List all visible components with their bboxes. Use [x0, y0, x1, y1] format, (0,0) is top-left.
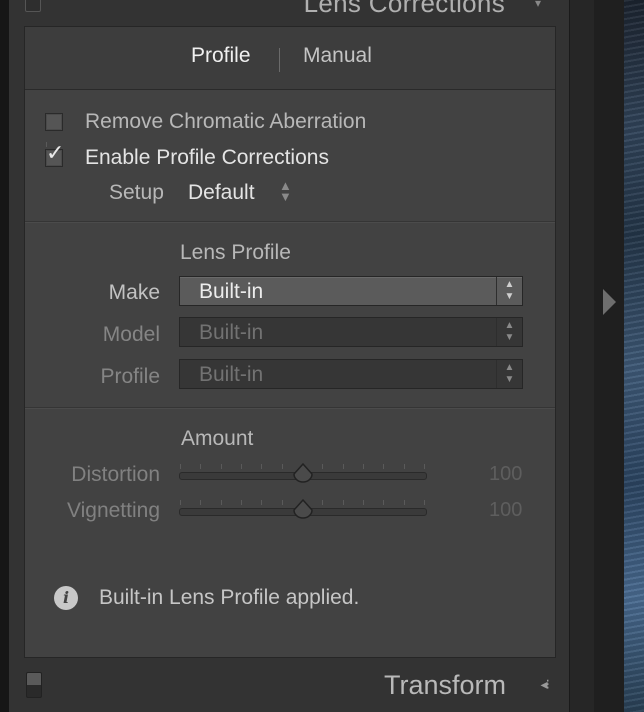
transform-toggle-switch[interactable]	[26, 672, 42, 698]
make-spinner-icon[interactable]: ▲ ▼	[496, 277, 522, 305]
setup-spinner-icon[interactable]: ▲ ▼	[279, 179, 292, 203]
remove-chromatic-aberration-label: Remove Chromatic Aberration	[85, 110, 367, 133]
enable-profile-corrections-label: Enable Profile Corrections	[85, 146, 329, 169]
slider-tick	[343, 500, 344, 505]
transform-panel-header[interactable]: Transform ◂⁝	[9, 658, 569, 712]
transform-panel-menu-icon[interactable]: ◂⁝	[541, 676, 551, 693]
setup-label: Setup	[109, 181, 164, 204]
slider-tick	[221, 500, 222, 505]
enable-profile-corrections-checkbox[interactable]: ✓	[45, 142, 64, 167]
remove-chromatic-aberration-checkbox[interactable]	[45, 113, 63, 131]
make-select[interactable]: Built-in ▲ ▼	[179, 276, 523, 306]
lens-corrections-header[interactable]: Lens Corrections ▾	[9, 0, 569, 22]
info-text: Built-in Lens Profile applied.	[99, 586, 360, 609]
slider-tick	[424, 500, 425, 505]
info-icon: i	[54, 586, 78, 610]
model-select[interactable]: Built-in ▲ ▼	[179, 317, 523, 347]
profile-label: Profile	[100, 365, 160, 388]
slider-tick	[180, 464, 181, 469]
slider-tick	[241, 500, 242, 505]
slider-tick	[383, 500, 384, 505]
transform-panel-title: Transform	[383, 670, 506, 700]
tab-profile[interactable]: Profile	[191, 44, 251, 68]
amount-heading: Amount	[181, 427, 254, 450]
slider-tick	[322, 500, 323, 505]
distortion-value[interactable]: 100	[489, 463, 522, 486]
vignetting-slider-track[interactable]	[179, 499, 427, 519]
lens-corrections-panel: Profile Manual Remove Chromatic Aberrati…	[24, 26, 556, 658]
expand-panel-arrow-icon[interactable]	[603, 289, 616, 315]
lens-profile-heading: Lens Profile	[180, 241, 291, 264]
panel-toggle-switch[interactable]	[25, 0, 41, 12]
section-divider	[25, 407, 555, 408]
photo-preview-edge	[624, 0, 644, 712]
section-divider	[25, 221, 555, 222]
model-spinner-icon[interactable]: ▲ ▼	[496, 318, 522, 346]
tab-manual[interactable]: Manual	[303, 44, 372, 68]
slider-tick	[363, 464, 364, 469]
model-value: Built-in	[199, 321, 264, 344]
slider-tick	[261, 464, 262, 469]
slider-tick	[221, 464, 222, 469]
info-message: i Built-in Lens Profile applied.	[54, 586, 359, 610]
profile-value: Built-in	[199, 363, 264, 386]
slider-tick	[261, 500, 262, 505]
enable-profile-corrections-row[interactable]: ✓ Enable Profile Corrections	[45, 142, 329, 172]
slider-tick	[404, 500, 405, 505]
remove-chromatic-aberration-row[interactable]: Remove Chromatic Aberration	[45, 108, 366, 136]
model-label: Model	[102, 323, 160, 346]
vignetting-label: Vignetting	[66, 499, 160, 522]
slider-tick	[200, 500, 201, 505]
slider-tick	[363, 500, 364, 505]
right-panel-gutter[interactable]	[569, 0, 594, 712]
make-value: Built-in	[199, 280, 264, 303]
slider-tick	[180, 500, 181, 505]
vignetting-value[interactable]: 100	[489, 499, 522, 522]
checkmark-icon: ✓	[46, 140, 65, 165]
slider-tick	[282, 464, 283, 469]
make-label: Make	[108, 281, 160, 304]
profile-spinner-icon[interactable]: ▲ ▼	[496, 360, 522, 388]
slider-tick	[404, 464, 405, 469]
slider-tick	[282, 500, 283, 505]
distortion-label: Distortion	[71, 463, 160, 486]
slider-tick	[241, 464, 242, 469]
panel-title: Lens Corrections	[303, 0, 505, 18]
tab-separator	[279, 48, 280, 72]
slider-tick	[322, 464, 323, 469]
profile-select[interactable]: Built-in ▲ ▼	[179, 359, 523, 389]
panel-menu-icon[interactable]: ▾	[535, 0, 541, 10]
left-edge-strip	[0, 0, 9, 712]
setup-dropdown[interactable]: Default	[188, 181, 255, 205]
distortion-slider-track[interactable]	[179, 463, 427, 483]
slider-tick	[200, 464, 201, 469]
tab-bar: Profile Manual	[25, 27, 555, 90]
slider-tick	[343, 464, 344, 469]
slider-tick	[424, 464, 425, 469]
slider-tick	[383, 464, 384, 469]
